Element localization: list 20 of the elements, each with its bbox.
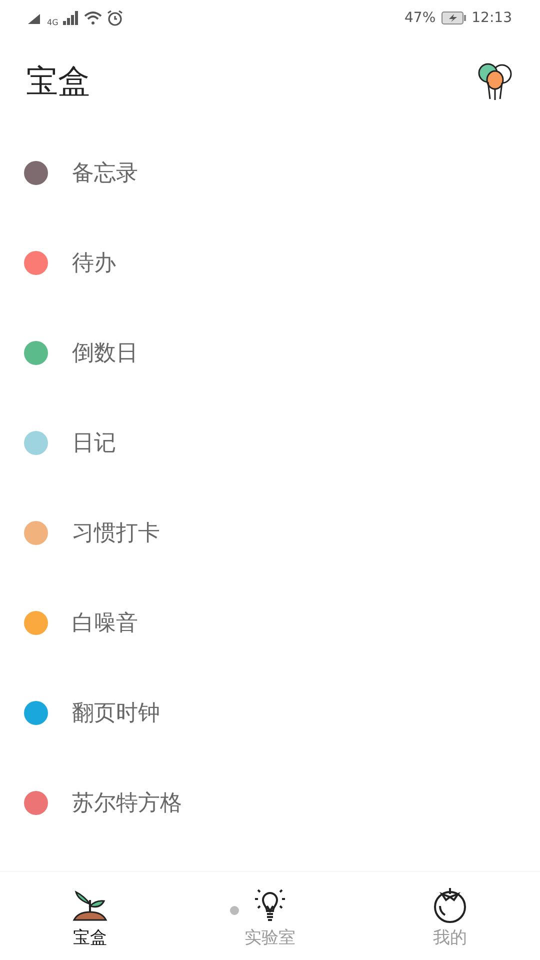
- battery-charging-icon: [440, 11, 467, 25]
- menu-item[interactable]: 备忘录: [0, 128, 540, 218]
- clock-time: 12:13: [472, 10, 512, 26]
- alarm-icon: [107, 10, 124, 26]
- indicator-dot: [230, 906, 239, 915]
- menu-item[interactable]: 日记: [0, 398, 540, 488]
- menu-item[interactable]: 待办: [0, 218, 540, 308]
- signal-icon: [63, 11, 80, 25]
- menu-item[interactable]: 倒数日: [0, 308, 540, 398]
- signal-icon: [28, 12, 42, 24]
- page-title: 宝盒: [26, 61, 90, 102]
- balloons-icon[interactable]: [476, 63, 514, 101]
- menu-item[interactable]: 习惯打卡: [0, 488, 540, 578]
- wifi-icon: [84, 11, 102, 25]
- menu-item[interactable]: 白噪音: [0, 578, 540, 668]
- nav-tab[interactable]: 宝盒: [0, 872, 180, 960]
- battery-percent: 47%: [404, 10, 436, 26]
- network-type: 4G: [47, 18, 58, 26]
- menu-item[interactable]: 翻页时钟: [0, 668, 540, 758]
- menu-item[interactable]: 苏尔特方格: [0, 758, 540, 848]
